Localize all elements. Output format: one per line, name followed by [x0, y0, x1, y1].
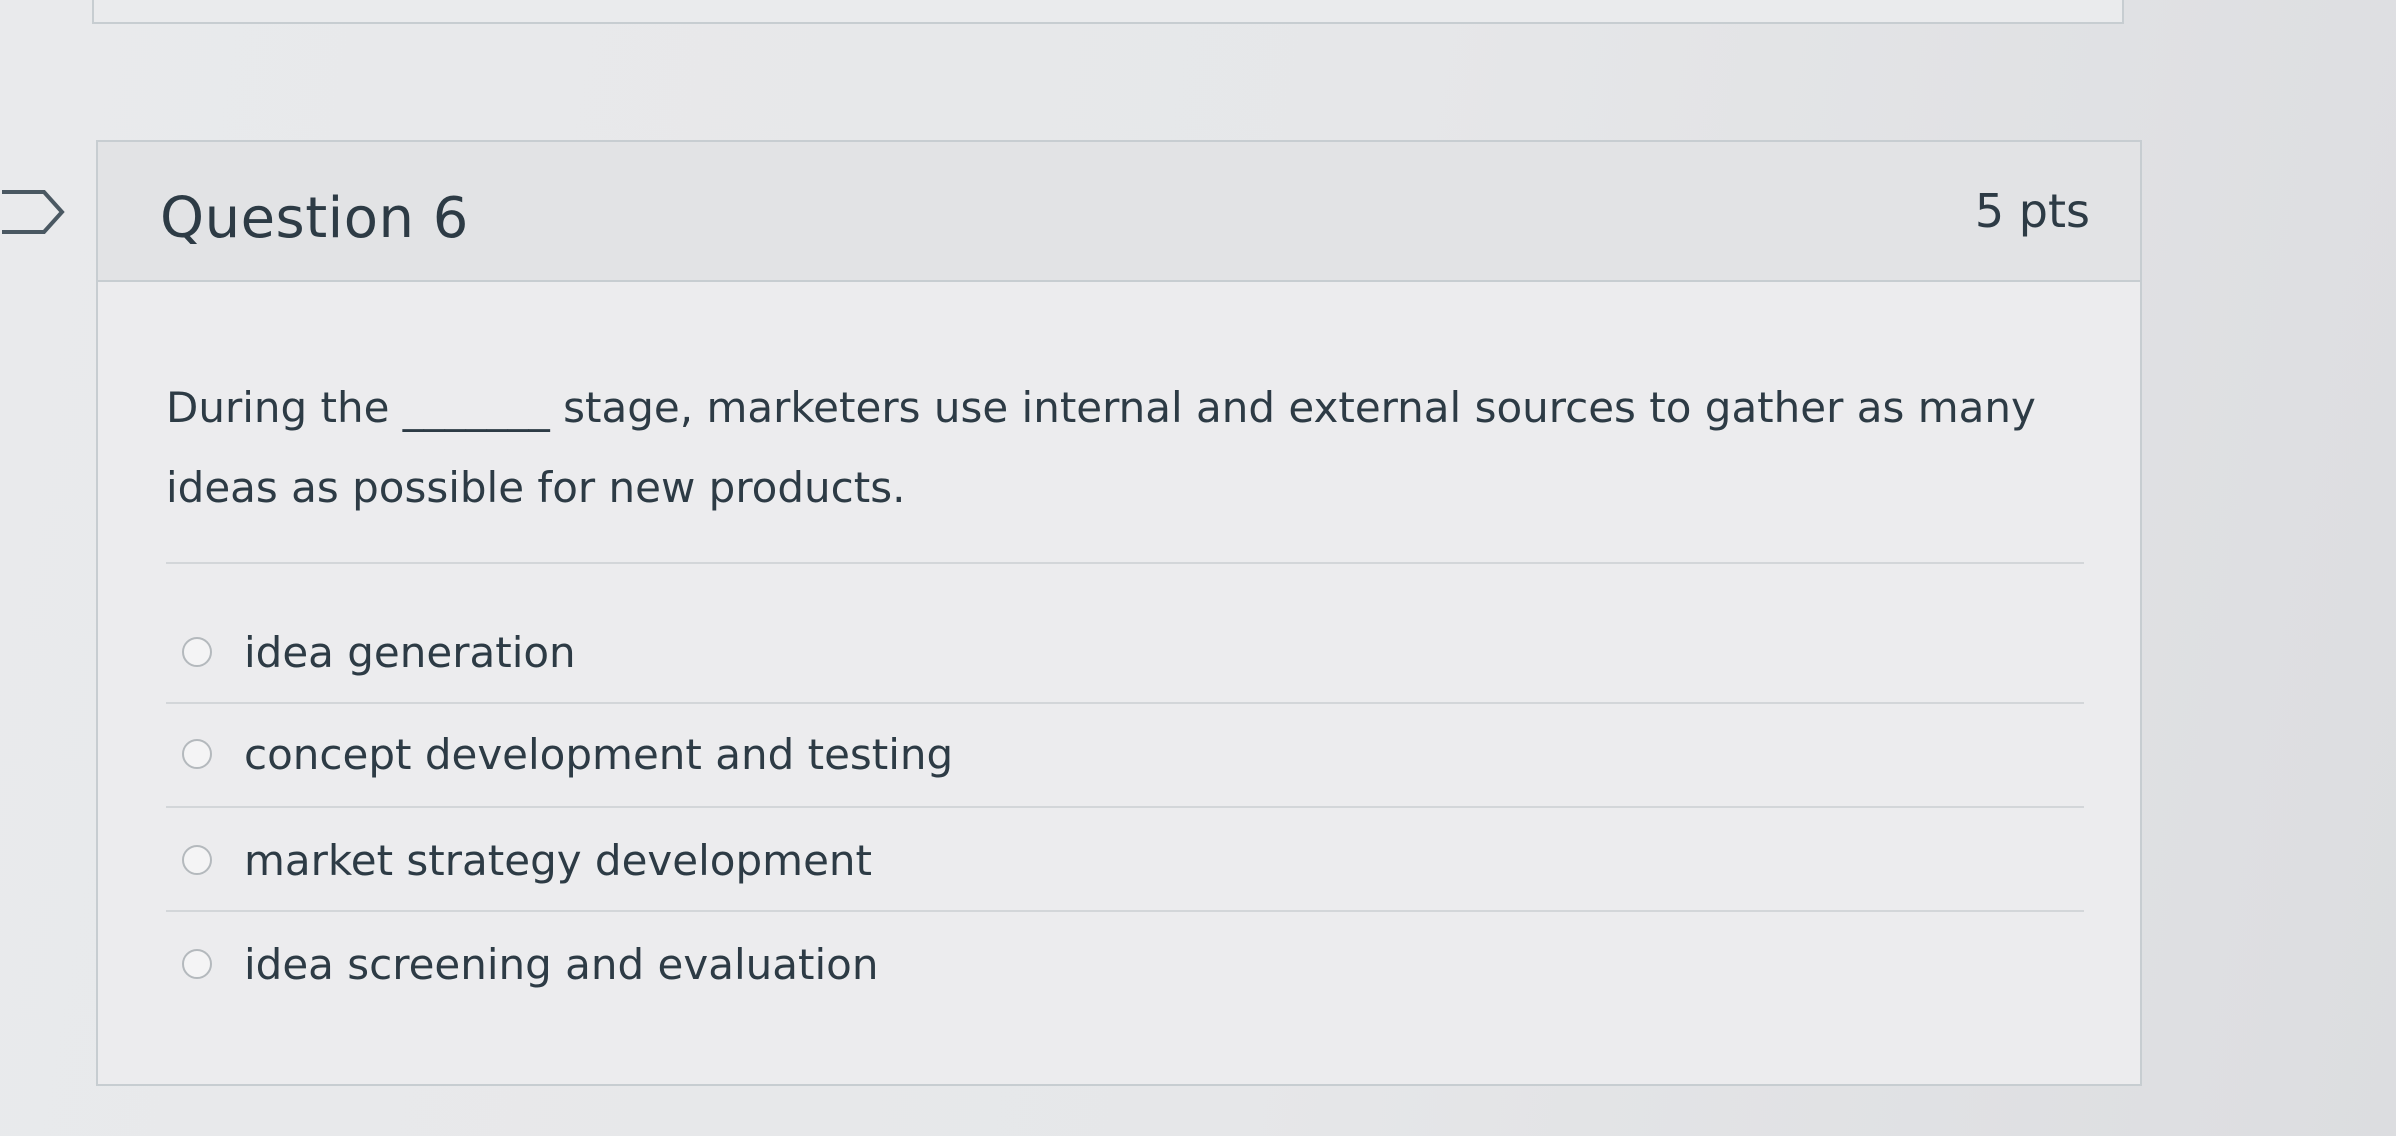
question-title: Question 6: [160, 186, 469, 251]
answer-label[interactable]: idea screening and evaluation: [244, 940, 878, 989]
answer-option[interactable]: market strategy development: [182, 830, 872, 890]
question-text: During the _______ stage, marketers use …: [166, 383, 2036, 512]
divider: [166, 910, 2084, 912]
answer-label[interactable]: idea generation: [244, 628, 576, 677]
answer-option[interactable]: concept development and testing: [182, 724, 953, 784]
radio-button-icon[interactable]: [182, 845, 212, 875]
divider: [166, 562, 2084, 564]
previous-question-card: [92, 0, 2124, 24]
answer-option[interactable]: idea screening and evaluation: [182, 934, 878, 994]
question-card: Question 6 5 pts During the _______ stag…: [96, 140, 2142, 1086]
radio-button-icon[interactable]: [182, 739, 212, 769]
answer-label[interactable]: market strategy development: [244, 836, 872, 885]
answer-option[interactable]: idea generation: [182, 622, 576, 682]
divider: [166, 702, 2084, 704]
divider: [166, 806, 2084, 808]
bookmark-flag-icon[interactable]: [0, 186, 66, 238]
question-header: Question 6 5 pts: [98, 142, 2140, 282]
answer-label[interactable]: concept development and testing: [244, 730, 953, 779]
radio-button-icon[interactable]: [182, 637, 212, 667]
question-points: 5 pts: [1974, 184, 2090, 238]
radio-button-icon[interactable]: [182, 949, 212, 979]
